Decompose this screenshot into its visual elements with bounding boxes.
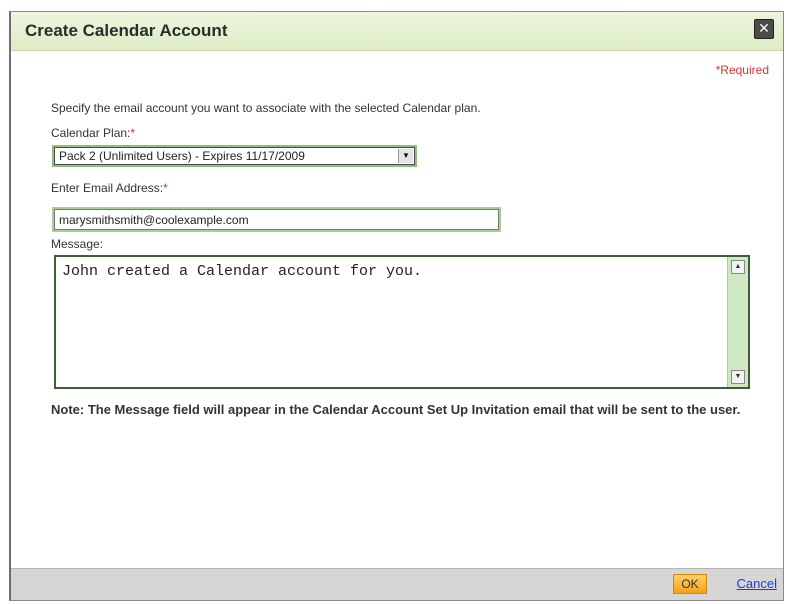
message-text: John created a Calendar account for you. [62, 263, 423, 280]
required-note: *Required [715, 63, 769, 77]
email-address-label: Enter Email Address:* [51, 181, 168, 195]
chevron-down-icon[interactable]: ▼ [398, 149, 413, 163]
message-scrollbar[interactable]: ▲ ▼ [727, 257, 748, 387]
email-address-input[interactable] [54, 209, 499, 230]
calendar-plan-label: Calendar Plan:* [51, 126, 136, 140]
message-note: Note: The Message field will appear in t… [51, 402, 741, 417]
cancel-link[interactable]: Cancel [737, 576, 777, 591]
close-icon[interactable]: ✕ [754, 19, 774, 39]
calendar-plan-selected-value: Pack 2 (Unlimited Users) - Expires 11/17… [59, 149, 305, 163]
message-label: Message: [51, 237, 104, 251]
instructions-text: Specify the email account you want to as… [51, 101, 481, 115]
ok-button[interactable]: OK [673, 574, 707, 594]
create-calendar-account-dialog: Create Calendar Account ✕ *Required Spec… [9, 11, 784, 601]
message-textarea[interactable]: John created a Calendar account for you.… [54, 255, 750, 389]
dialog-title-bar: Create Calendar Account ✕ [11, 12, 783, 51]
calendar-plan-select[interactable]: Pack 2 (Unlimited Users) - Expires 11/17… [54, 147, 415, 165]
scroll-down-icon[interactable]: ▼ [731, 370, 745, 384]
scroll-up-icon[interactable]: ▲ [731, 260, 745, 274]
dialog-footer: OK Cancel [11, 568, 783, 600]
dialog-title: Create Calendar Account [25, 21, 228, 40]
